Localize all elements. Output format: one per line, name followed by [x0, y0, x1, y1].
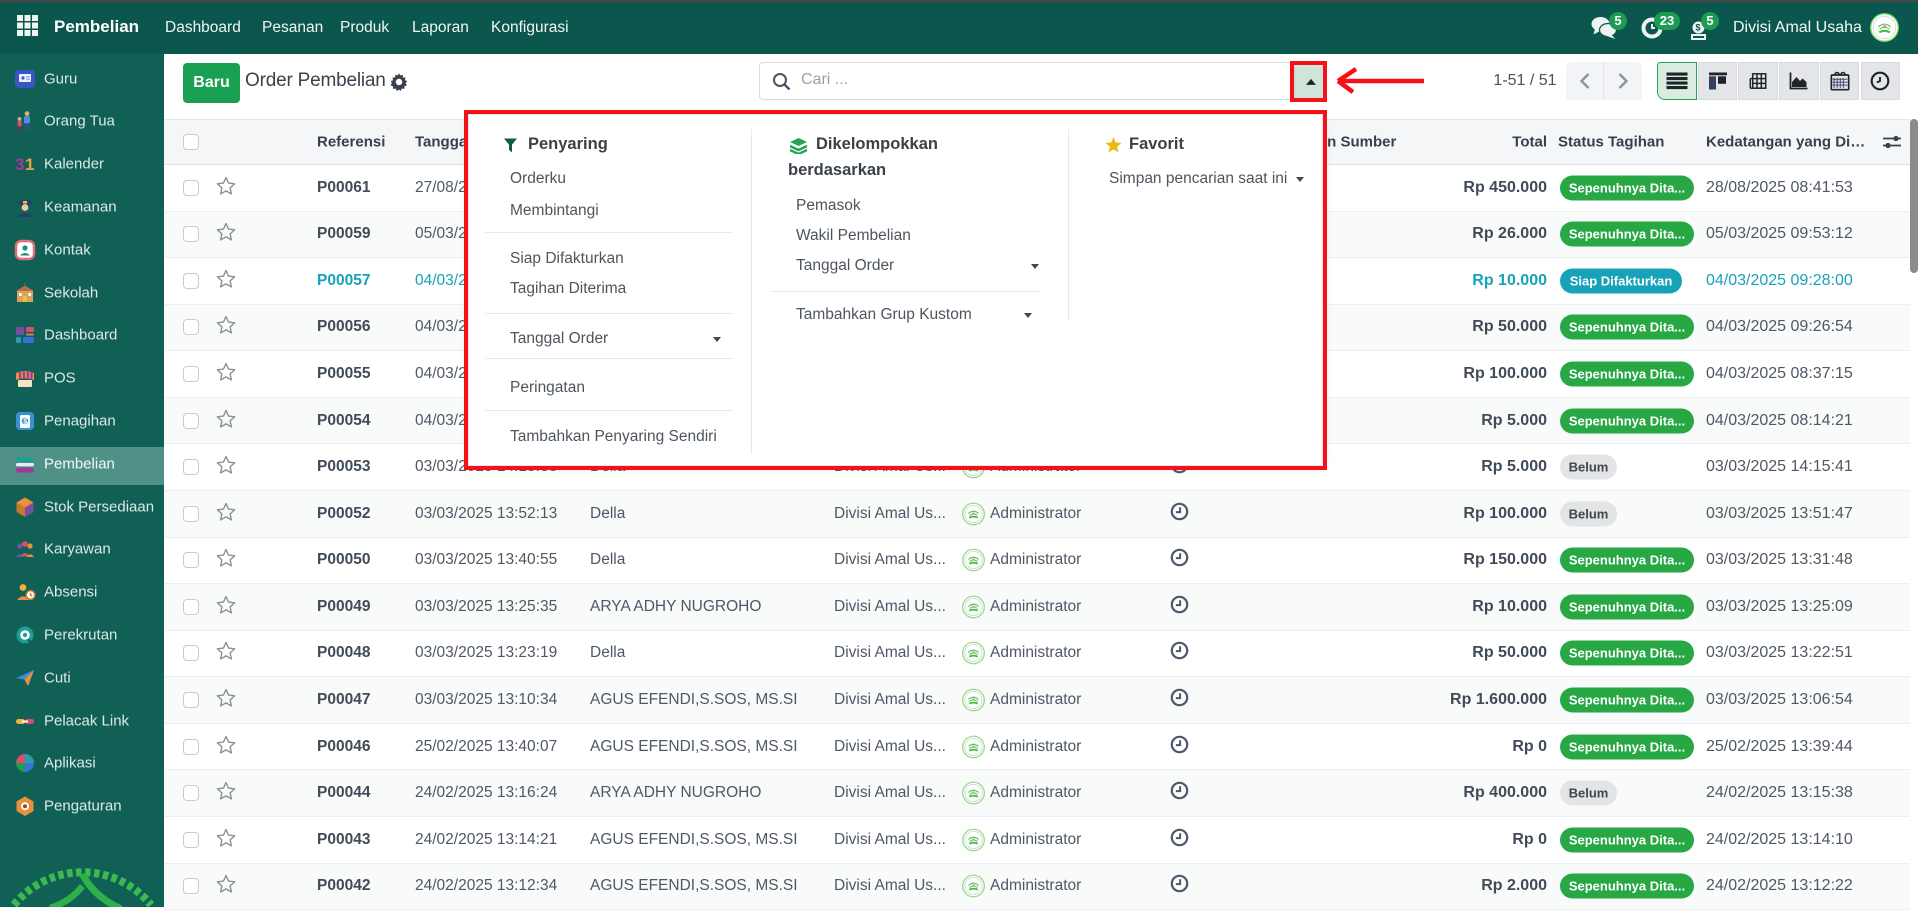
svg-text:$: $ [23, 418, 27, 425]
svg-text:$: $ [1696, 23, 1701, 33]
svg-text:3: 3 [15, 155, 24, 174]
svg-text:1: 1 [25, 155, 34, 174]
